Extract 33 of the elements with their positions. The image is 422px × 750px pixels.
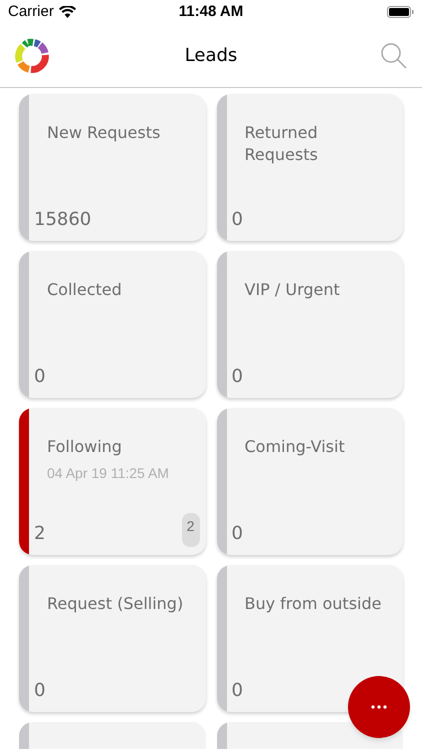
card-title: New Requests xyxy=(47,122,162,144)
carrier-label: Carrier xyxy=(8,2,54,22)
battery-icon xyxy=(387,6,414,18)
count-badge: 2 xyxy=(182,513,200,547)
lead-card[interactable]: Collected 0 xyxy=(19,251,206,398)
card-count: 0 xyxy=(232,365,243,389)
lead-card[interactable]: Coming-Visit 0 xyxy=(216,408,403,555)
card-count: 15860 xyxy=(34,208,92,232)
card-title: Returned Requests xyxy=(244,122,319,166)
lead-card[interactable]: Following 04 Apr 19 11:25 AM 2 2 xyxy=(19,408,206,555)
lead-card[interactable]: Buy from outside 0 xyxy=(216,565,403,712)
card-title: Following xyxy=(47,436,123,458)
lead-card[interactable]: Returned Requests 0 xyxy=(216,94,403,241)
card-title: Coming-Visit xyxy=(244,436,346,458)
lead-card[interactable]: New Requests 15860 xyxy=(19,94,206,241)
card-count: 0 xyxy=(34,679,46,703)
lead-card[interactable]: Request (Selling) 0 xyxy=(19,565,206,712)
card-count: 0 xyxy=(34,365,46,389)
card-count: 0 xyxy=(232,522,243,546)
card-title: VIP / Urgent xyxy=(244,279,341,301)
card-title: Request (Selling) xyxy=(47,593,184,615)
status-time: 11:48 AM xyxy=(178,2,244,22)
more-icon xyxy=(371,705,387,709)
card-count: 2 xyxy=(34,522,46,546)
wifi-icon xyxy=(58,6,76,18)
card-title: Buy from outside xyxy=(244,593,382,615)
lead-card[interactable]: VIP / Urgent 0 xyxy=(216,251,403,398)
page-title: Leads xyxy=(184,44,238,68)
logo-icon xyxy=(14,38,50,74)
card-timestamp: 04 Apr 19 11:25 AM xyxy=(47,464,169,483)
card-count: 0 xyxy=(232,679,243,703)
card-title: Collected xyxy=(47,279,123,301)
card-count: 0 xyxy=(232,208,243,232)
